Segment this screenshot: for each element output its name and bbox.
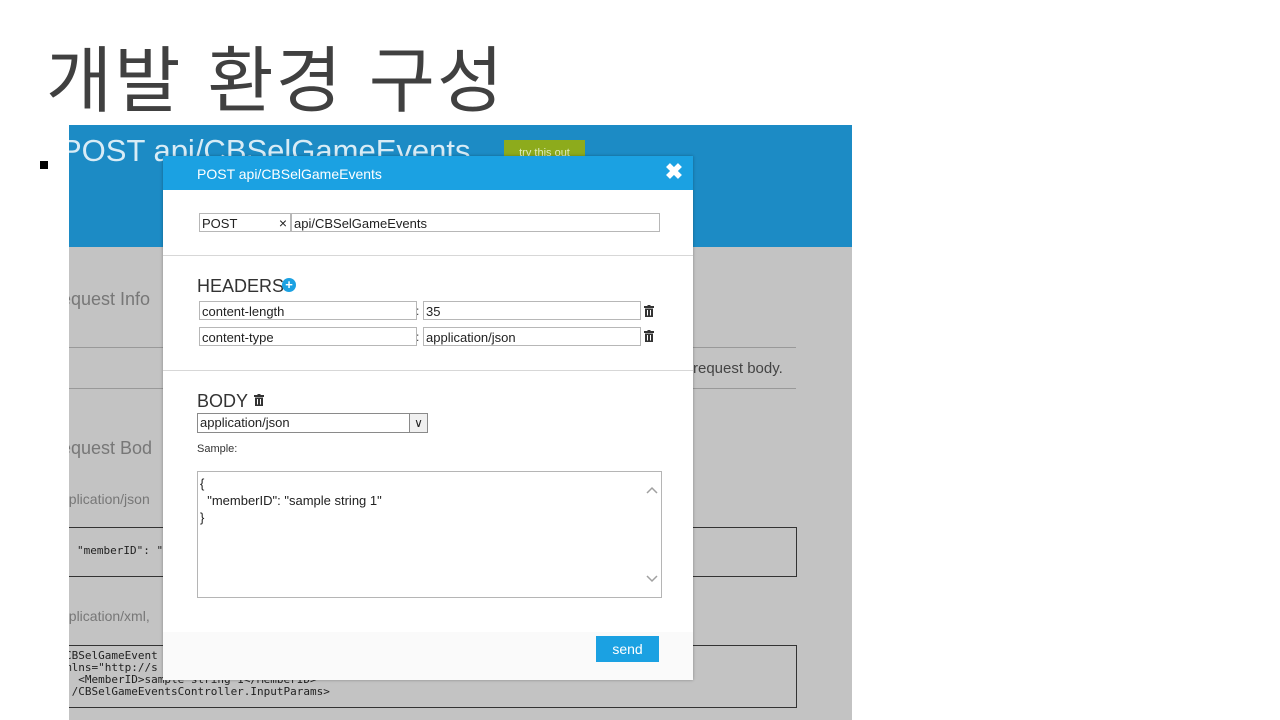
body-title: BODY xyxy=(197,391,249,411)
add-header-icon[interactable]: + xyxy=(282,278,296,292)
scroll-down-icon[interactable] xyxy=(645,571,659,585)
close-icon[interactable]: ✖ xyxy=(661,159,687,185)
trash-icon[interactable] xyxy=(644,305,654,317)
divider xyxy=(163,255,693,256)
header-colon: : xyxy=(416,330,420,344)
content-type-select[interactable]: application/json ∨ xyxy=(197,413,428,433)
request-body-heading: equest Bod xyxy=(69,438,153,458)
method-field[interactable]: POST × xyxy=(199,213,291,232)
trash-icon[interactable] xyxy=(254,394,264,406)
chevron-down-icon[interactable]: ∨ xyxy=(409,414,427,432)
bullet-marker xyxy=(40,161,48,169)
url-field[interactable]: api/CBSelGameEvents xyxy=(291,213,660,232)
method-value: POST xyxy=(202,216,238,231)
header-value-field[interactable]: 35 xyxy=(423,301,641,320)
try-it-dialog: POST api/CBSelGameEvents ✖ POST × api/CB… xyxy=(163,156,693,680)
header-colon: : xyxy=(416,304,420,318)
json-sample-text: "memberID": " xyxy=(77,544,164,557)
trash-icon[interactable] xyxy=(644,330,654,342)
slide-title: 개발 환경 구성 xyxy=(46,39,506,123)
clear-method-icon[interactable]: × xyxy=(279,214,287,233)
dialog-header: POST api/CBSelGameEvents ✖ xyxy=(163,156,693,190)
headers-title: HEADERS xyxy=(197,276,285,296)
json-format-label: pplication/json xyxy=(69,491,150,507)
header-value-field[interactable]: application/json xyxy=(423,327,641,346)
send-button[interactable]: send xyxy=(596,636,659,662)
header-name-field[interactable]: content-length xyxy=(199,301,417,320)
body-text: { "memberID": "sample string 1" } xyxy=(200,476,382,525)
request-body-note: request body. xyxy=(693,360,783,377)
body-textarea[interactable]: { "memberID": "sample string 1" } xyxy=(197,471,662,598)
xml-format-label: pplication/xml, xyxy=(69,608,150,624)
request-info-heading: equest Info xyxy=(69,289,151,309)
scroll-up-icon[interactable] xyxy=(645,484,659,498)
header-name-field[interactable]: content-type xyxy=(199,327,417,346)
content-type-value: application/json xyxy=(200,415,290,430)
sample-label: Sample: xyxy=(197,443,238,455)
divider xyxy=(163,370,693,371)
dialog-title: POST api/CBSelGameEvents xyxy=(197,166,382,182)
